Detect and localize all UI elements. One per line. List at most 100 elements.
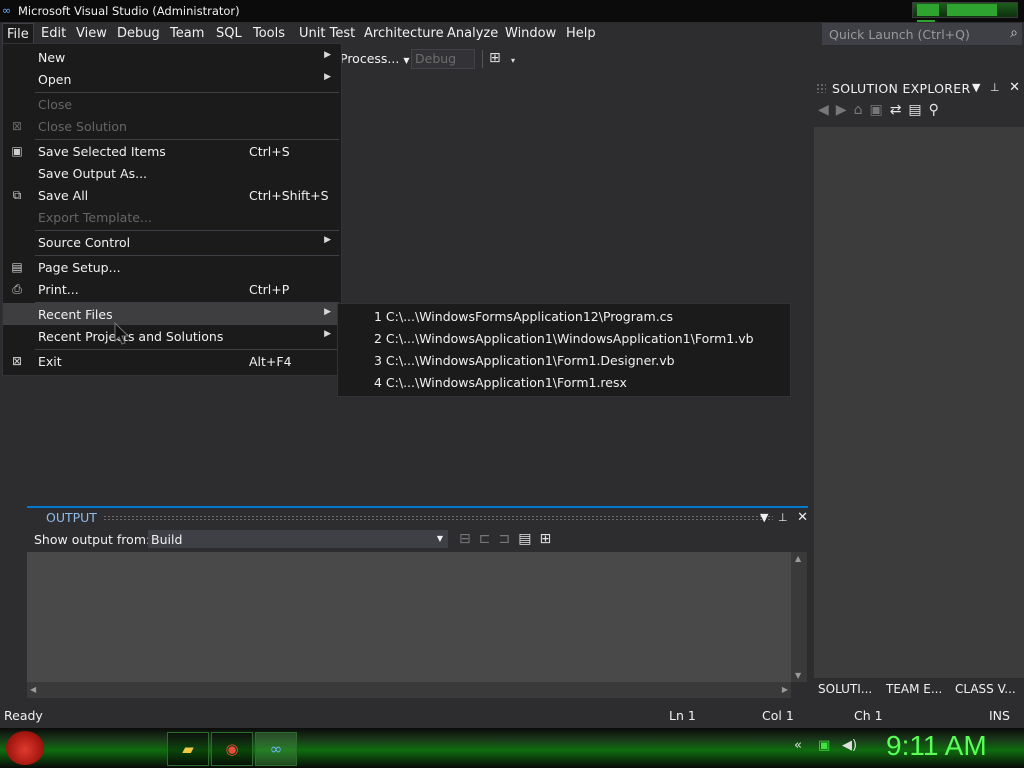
start-button-angry-bird-icon[interactable] bbox=[6, 731, 44, 765]
submenu-arrow-icon: ▶ bbox=[324, 72, 331, 82]
horizontal-scrollbar[interactable]: ◀ ▶ bbox=[27, 682, 791, 698]
maximize-button[interactable] bbox=[946, 4, 997, 16]
back-icon[interactable]: ◀ bbox=[818, 102, 836, 118]
save-icon: ▣ bbox=[11, 144, 23, 158]
menu-view[interactable]: View bbox=[75, 26, 108, 41]
menu-item-shortcut: Ctrl+P bbox=[249, 282, 290, 297]
panel-grip[interactable] bbox=[816, 83, 826, 93]
recent-file-item[interactable]: 4 C:\...\WindowsApplication1\Form1.resx bbox=[374, 375, 627, 390]
taskbar-clock[interactable]: 9:11 AM bbox=[886, 730, 987, 762]
page-setup-icon: ▤ bbox=[11, 260, 23, 274]
window-controls[interactable] bbox=[912, 2, 1018, 32]
menu-tools[interactable]: Tools bbox=[252, 26, 286, 41]
show-hidden-icons-icon[interactable]: « bbox=[794, 738, 802, 753]
output-title: OUTPUT bbox=[46, 510, 97, 525]
menu-debug[interactable]: Debug bbox=[116, 26, 161, 41]
status-column: Col 1 bbox=[762, 708, 794, 723]
menu-edit[interactable]: Edit bbox=[40, 26, 67, 41]
previous-message-icon[interactable]: ⊏ bbox=[479, 531, 499, 547]
chrome-icon[interactable]: ◉ bbox=[211, 732, 253, 766]
menu-unit-test[interactable]: Unit Test bbox=[298, 26, 356, 41]
menu-item-label: Save Output As... bbox=[38, 166, 148, 181]
output-text-area[interactable] bbox=[27, 552, 791, 682]
dropdown-icon[interactable]: ▼ bbox=[972, 81, 980, 94]
home-icon[interactable]: ⌂ bbox=[854, 102, 870, 118]
properties-icon[interactable]: ⚲ bbox=[929, 102, 946, 118]
output-source-select[interactable]: Build ▼ bbox=[148, 530, 448, 548]
clear-all-icon[interactable]: ▤ bbox=[518, 531, 539, 547]
scroll-down-icon[interactable]: ▼ bbox=[795, 671, 801, 680]
menu-team[interactable]: Team bbox=[169, 26, 205, 41]
menu-item-exit[interactable]: ⊠ Exit Alt+F4 bbox=[3, 350, 341, 372]
menu-item-save-all[interactable]: ⧉ Save All Ctrl+Shift+S bbox=[3, 184, 341, 206]
solution-explorer-tabs: SOLUTI... TEAM E... CLASS V... bbox=[812, 678, 1024, 700]
pin-icon[interactable]: ⊥ bbox=[990, 81, 1000, 94]
recent-file-item[interactable]: 1 C:\...\WindowsFormsApplication12\Progr… bbox=[374, 309, 673, 324]
menu-item-save-output-as[interactable]: Save Output As... bbox=[3, 162, 341, 184]
menu-item-recent-files[interactable]: Recent Files ▶ bbox=[3, 303, 341, 325]
menu-item-label: Print... bbox=[38, 282, 79, 297]
menu-window[interactable]: Window bbox=[504, 26, 557, 41]
next-message-icon[interactable]: ⊐ bbox=[498, 531, 518, 547]
search-icon[interactable]: ⌕ bbox=[1010, 25, 1018, 41]
tab-team-explorer[interactable]: TEAM E... bbox=[886, 682, 942, 696]
recent-file-item[interactable]: 2 C:\...\WindowsApplication1\WindowsAppl… bbox=[374, 331, 754, 346]
menu-item-source-control[interactable]: Source Control ▶ bbox=[3, 231, 341, 253]
menu-analyze[interactable]: Analyze bbox=[446, 26, 499, 41]
taskbar: ▰ ◉ ∞ « ▣ ◀) 9:11 AM bbox=[0, 728, 1024, 768]
menu-item-label: Save Selected Items bbox=[38, 144, 166, 159]
configuration-dropdown[interactable]: Debug bbox=[411, 49, 475, 69]
menu-item-open[interactable]: Open ▶ bbox=[3, 68, 341, 90]
show-output-label: Show output from: bbox=[34, 532, 151, 547]
menu-sql[interactable]: SQL bbox=[215, 26, 243, 41]
tab-class-view[interactable]: CLASS V... bbox=[955, 682, 1016, 696]
close-icon[interactable]: ✕ bbox=[797, 510, 808, 525]
title-bar: ∞ Microsoft Visual Studio (Administrator… bbox=[0, 0, 1024, 32]
chevron-down-icon: ▼ bbox=[403, 56, 410, 65]
find-in-files-icon[interactable]: ⊞ bbox=[489, 50, 501, 66]
menu-item-print[interactable]: ⎙ Print... Ctrl+P bbox=[3, 278, 341, 300]
volume-icon[interactable]: ◀) bbox=[842, 738, 857, 753]
menu-item-shortcut: Ctrl+S bbox=[249, 144, 290, 159]
menu-item-new[interactable]: New ▶ bbox=[3, 46, 341, 68]
pin-icon[interactable]: ⊥ bbox=[778, 511, 788, 524]
exit-icon: ⊠ bbox=[11, 354, 23, 368]
show-all-files-icon[interactable]: ▤ bbox=[908, 102, 928, 118]
scroll-up-icon[interactable]: ▲ bbox=[795, 554, 801, 563]
toolbar-overflow-icon[interactable]: ▾ bbox=[511, 56, 515, 65]
file-explorer-icon[interactable]: ▰ bbox=[167, 732, 209, 766]
scroll-left-icon[interactable]: ◀ bbox=[30, 685, 36, 694]
menu-item-page-setup[interactable]: ▤ Page Setup... bbox=[3, 256, 341, 278]
visual-studio-taskbar-icon[interactable]: ∞ bbox=[255, 732, 297, 766]
process-dropdown[interactable]: Process... ▼ bbox=[340, 51, 409, 66]
menu-item-label: Open bbox=[38, 72, 72, 87]
panel-grip[interactable] bbox=[103, 515, 773, 521]
find-message-icon[interactable]: ⊟ bbox=[459, 531, 479, 547]
close-icon[interactable]: ✕ bbox=[1009, 80, 1020, 95]
configuration-value: Debug bbox=[415, 51, 457, 66]
status-insert-mode: INS bbox=[989, 708, 1010, 723]
recent-file-item[interactable]: 3 C:\...\WindowsApplication1\Form1.Desig… bbox=[374, 353, 675, 368]
sync-icon[interactable]: ⇄ bbox=[890, 102, 909, 118]
minimize-button[interactable] bbox=[917, 4, 939, 16]
menu-architecture[interactable]: Architecture bbox=[363, 26, 445, 41]
chevron-down-icon: ▼ bbox=[436, 534, 443, 543]
menu-item-save-selected[interactable]: ▣ Save Selected Items Ctrl+S bbox=[3, 140, 341, 162]
menu-item-recent-projects[interactable]: Recent Projects and Solutions ▶ bbox=[3, 325, 341, 347]
panel-controls: ▼ ⊥ ✕ bbox=[760, 510, 808, 525]
network-icon[interactable]: ▣ bbox=[818, 738, 830, 753]
menu-item-label: Recent Files bbox=[38, 307, 113, 322]
scroll-right-icon[interactable]: ▶ bbox=[782, 685, 788, 694]
vertical-scrollbar[interactable]: ▲ ▼ bbox=[791, 552, 807, 682]
solution-explorer-tree[interactable] bbox=[814, 127, 1024, 678]
pending-changes-icon[interactable]: ▣ bbox=[869, 102, 889, 118]
tab-solution-explorer[interactable]: SOLUTI... bbox=[818, 682, 872, 696]
word-wrap-icon[interactable]: ⊞ bbox=[539, 531, 559, 547]
output-source-value: Build bbox=[151, 532, 183, 547]
visual-studio-icon: ∞ bbox=[2, 4, 12, 17]
menu-help[interactable]: Help bbox=[565, 26, 597, 41]
quick-launch-input[interactable]: Quick Launch (Ctrl+Q) ⌕ bbox=[822, 23, 1022, 45]
dropdown-icon[interactable]: ▼ bbox=[760, 511, 768, 524]
menu-item-close: Close bbox=[3, 93, 341, 115]
forward-icon[interactable]: ▶ bbox=[836, 102, 854, 118]
